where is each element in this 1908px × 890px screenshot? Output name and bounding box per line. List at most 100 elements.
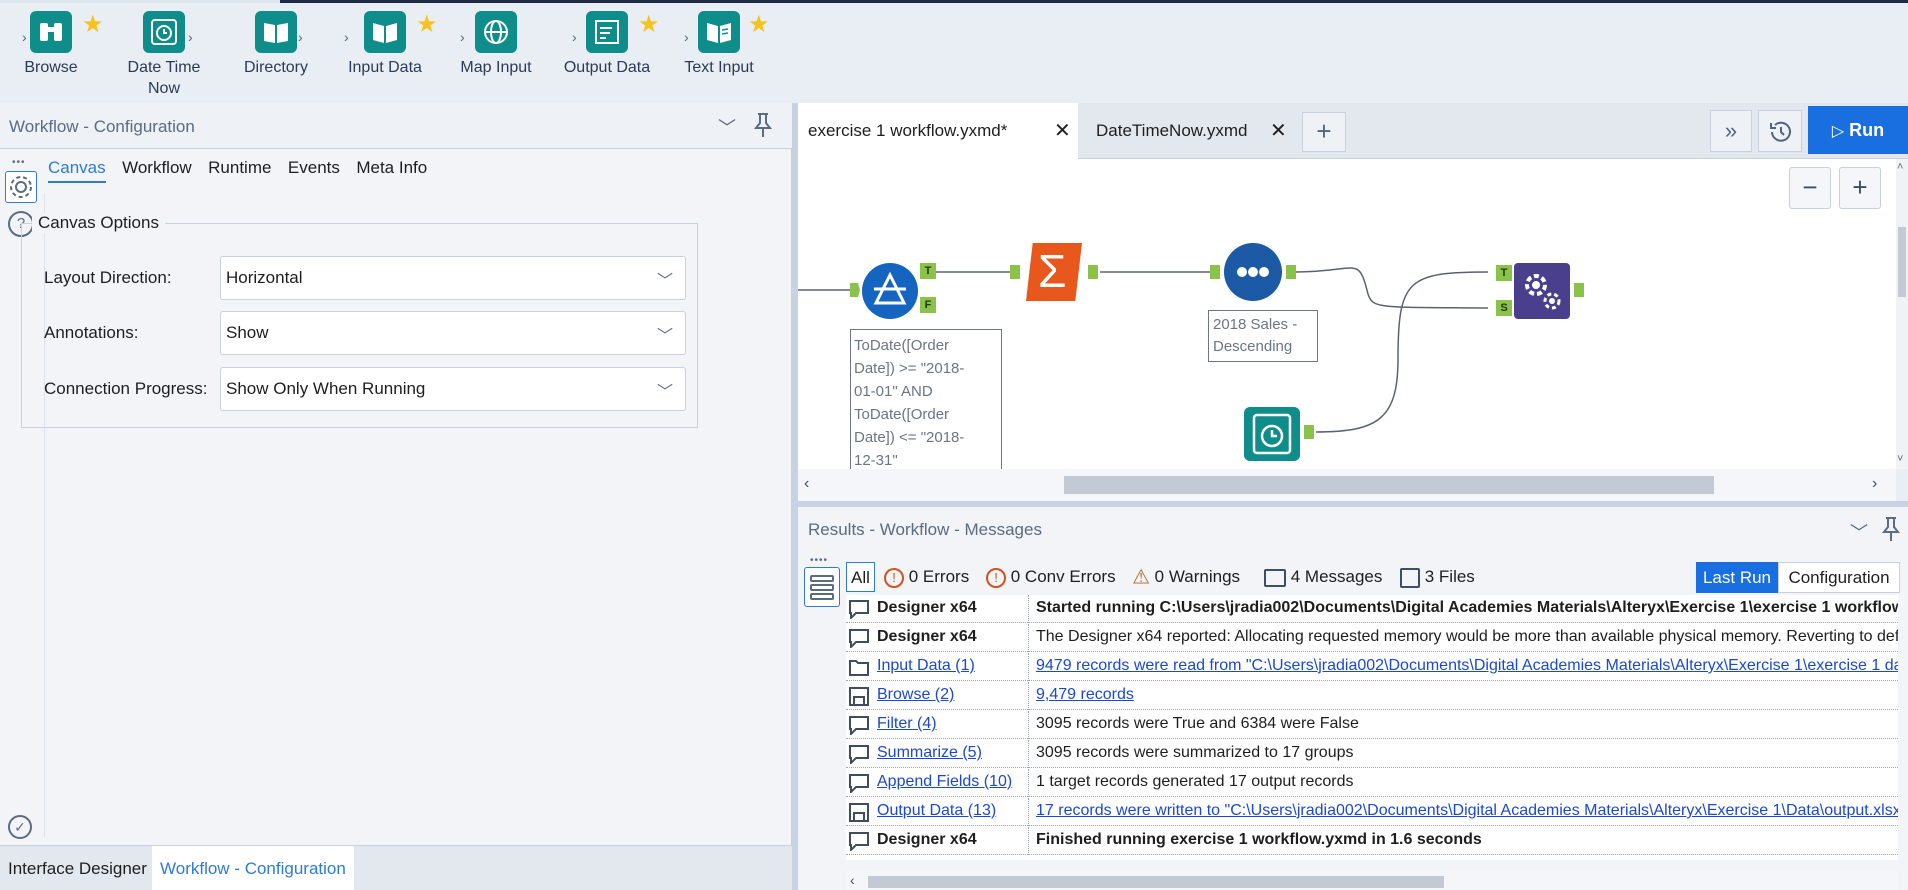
canvas-settings-button[interactable] [5,171,37,203]
pin-icon[interactable] [1880,516,1902,547]
workflow-canvas[interactable]: − + T F ToDate([Order Date]) >= "2018- 0… [798,159,1908,469]
filter-errors[interactable]: ! 0 Errors [884,562,969,592]
row-source-link[interactable]: Output Data (13) [877,802,1027,820]
target-anchor[interactable]: T [1496,265,1512,281]
row-source-link[interactable]: Filter (4) [877,715,1027,733]
row-source-link[interactable]: Append Fields (10) [877,773,1027,791]
tool-map-input[interactable]: › Map Input [456,11,536,78]
scroll-thumb[interactable] [1898,227,1906,297]
filter-all[interactable]: All [846,562,875,592]
scroll-thumb[interactable] [1064,476,1714,494]
plus-icon: + [1316,116,1332,146]
row-message-link[interactable]: 9479 records were read from "C:\Users\jr… [1036,657,1898,675]
row-message-link[interactable]: 17 records were written to "C:\Users\jra… [1036,802,1898,820]
chevron-down-icon: ﹀ [656,273,673,290]
tool-date-time-now[interactable]: › Date Time Now [118,11,210,99]
row-message-link[interactable]: 9,479 records [1036,686,1898,704]
date-time-now-tool-node[interactable] [1244,407,1300,461]
chevron-down-icon: ﹀ [656,384,673,401]
tool-input-data[interactable]: › ★ Input Data [344,11,438,78]
close-icon[interactable]: ✕ [1054,103,1071,159]
row-source-link[interactable]: Input Data (1) [877,657,1027,675]
tab-canvas[interactable]: Canvas [48,158,106,183]
drag-caret-icon: › [684,29,689,45]
row-source-link[interactable]: Browse (2) [877,686,1027,704]
table-row[interactable]: Append Fields (10) 1 target records gene… [846,769,1898,797]
input-anchor[interactable] [1010,265,1020,279]
run-button[interactable]: ▷ Run [1808,106,1908,154]
bottom-panel-tabs: Interface Designer Workflow - Configurat… [0,845,792,890]
history-button[interactable] [1758,110,1802,152]
messages-view-button[interactable] [804,567,840,607]
table-row[interactable]: Output Data (13) 17 records were written… [846,798,1898,826]
tab-workflow-configuration[interactable]: Workflow - Configuration [152,846,354,890]
chevron-down-icon[interactable]: ﹀ [718,114,736,140]
connection-progress-select[interactable]: Show Only When Running ﹀ [220,367,686,411]
output-anchor[interactable] [1286,265,1296,279]
annotations-select[interactable]: Show ﹀ [220,311,686,355]
output-anchor[interactable] [1574,283,1584,297]
scroll-thumb[interactable] [868,876,1444,888]
true-anchor[interactable]: T [920,263,936,279]
append-fields-tool-node[interactable] [1514,263,1570,319]
false-anchor[interactable]: F [920,297,936,313]
check-circle-icon[interactable]: ✓ [8,815,32,839]
tool-text-input[interactable]: › ★ Text Input [680,11,770,78]
source-anchor[interactable]: S [1496,300,1512,316]
last-run-button[interactable]: Last Run [1696,562,1778,593]
summarize-tool-node[interactable]: Σ [1026,243,1082,301]
table-row[interactable]: Filter (4) 3095 records were True and 63… [846,711,1898,739]
layout-direction-select[interactable]: Horizontal ﹀ [220,256,686,300]
tab-datetimenow[interactable]: DateTimeNow.yxmd ✕ [1086,103,1287,159]
filter-files[interactable]: 3 Files [1400,562,1475,592]
output-anchor[interactable] [1088,265,1098,279]
row-message: Started running C:\Users\jradia002\Docum… [1036,599,1898,616]
tab-exercise-1-workflow[interactable]: exercise 1 workflow.yxmd* ✕ [798,103,1078,159]
scroll-right-icon[interactable]: › [1872,475,1877,493]
more-button[interactable]: » [1710,110,1752,152]
tool-output-data[interactable]: › ★ Output Data [560,11,660,78]
column-divider [1028,740,1029,768]
scroll-down-icon[interactable]: ˅ [1897,453,1903,465]
canvas-vertical-scrollbar[interactable]: ˄ ˅ [1896,159,1908,469]
canvas-horizontal-scrollbar[interactable]: ‹ › [798,469,1896,501]
filter-warnings[interactable]: ⚠ 0 Warnings [1132,562,1240,592]
results-horizontal-scrollbar[interactable]: ‹ [846,870,1898,890]
configuration-button[interactable]: Configuration [1778,562,1900,593]
scroll-left-icon[interactable]: ‹ [804,475,809,493]
input-anchor[interactable] [1210,265,1220,279]
tab-runtime[interactable]: Runtime [208,158,271,181]
table-row[interactable]: Browse (2) 9,479 records [846,682,1898,710]
table-row[interactable]: Designer x64 Started running C:\Users\jr… [846,595,1898,623]
output-anchor[interactable] [1304,425,1314,439]
table-row[interactable]: Designer x64 The Designer x64 reported: … [846,624,1898,652]
tab-meta-info[interactable]: Meta Info [356,158,427,181]
favorite-star-icon[interactable]: ★ [638,13,660,37]
chevron-down-icon[interactable]: ﹀ [1850,519,1868,545]
filter-conv-errors[interactable]: ! 0 Conv Errors [986,562,1116,592]
close-icon[interactable]: ✕ [1270,103,1287,159]
row-source: Designer x64 [877,599,977,616]
table-row[interactable]: Summarize (5) 3095 records were summariz… [846,740,1898,768]
tab-events[interactable]: Events [288,158,340,181]
pin-icon[interactable] [752,112,774,143]
scroll-left-icon[interactable]: ‹ [850,872,855,888]
scroll-up-icon[interactable]: ˄ [1897,161,1903,173]
filter-tool-node[interactable] [862,263,918,319]
new-tab-button[interactable]: + [1302,112,1346,152]
tab-interface-designer[interactable]: Interface Designer [0,846,155,890]
favorite-star-icon[interactable]: ★ [748,13,770,37]
favorite-star-icon[interactable]: ★ [82,13,104,37]
filter-label: 0 Conv Errors [1010,567,1116,586]
favorite-star-icon[interactable]: ★ [416,13,438,37]
tool-directory[interactable]: › Directory [236,11,316,78]
table-row[interactable]: Input Data (1) 9479 records were read fr… [846,653,1898,681]
row-source-link[interactable]: Summarize (5) [877,744,1027,762]
input-anchor[interactable] [850,283,860,297]
tool-browse[interactable]: › ★ Browse [20,11,104,78]
tool-label-line1: Date Time [127,59,201,76]
sort-tool-node[interactable] [1224,243,1282,301]
filter-messages[interactable]: 4 Messages [1264,562,1382,592]
table-row[interactable]: Designer x64 Finished running exercise 1… [846,827,1898,855]
tab-workflow[interactable]: Workflow [122,158,192,181]
